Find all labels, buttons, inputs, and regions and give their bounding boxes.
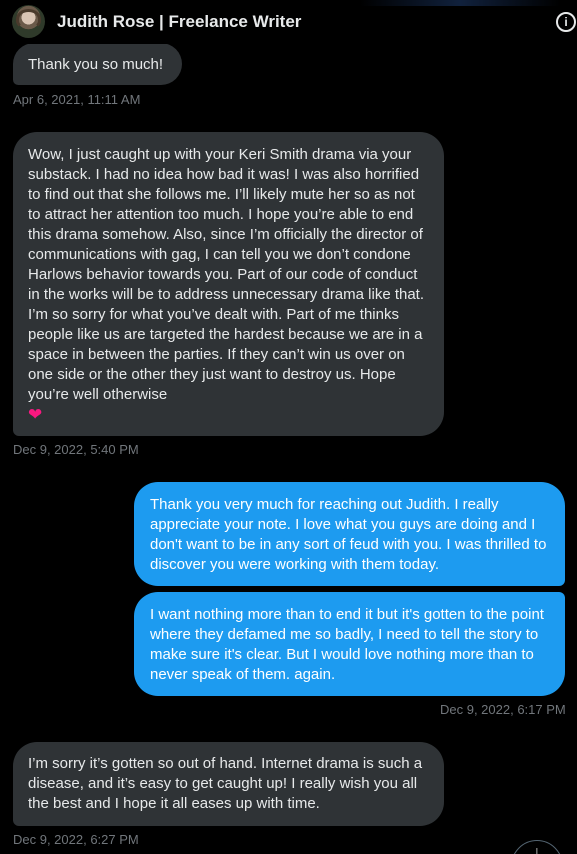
dm-conversation: Judith Rose | Freelance Writer i Thank y… [0,0,577,854]
message-text: I want nothing more than to end it but i… [150,606,544,683]
message-text: Thank you very much for reaching out Jud… [150,496,547,573]
message-text: I’m sorry it’s gotten so out of hand. In… [28,755,423,812]
avatar[interactable] [12,5,45,38]
avatar-hair [16,9,41,29]
message-text: Thank you so much! [28,56,164,73]
scroll-to-bottom-button[interactable]: ↓ [511,840,563,854]
message-timestamp: Dec 9, 2022, 6:17 PM [440,702,566,717]
message-timestamp: Dec 9, 2022, 5:40 PM [13,442,139,457]
message-bubble-incoming[interactable]: I’m sorry it’s gotten so out of hand. In… [13,742,444,826]
info-icon[interactable]: i [556,12,576,32]
message-bubble-outgoing[interactable]: Thank you very much for reaching out Jud… [134,482,565,586]
conversation-header: Judith Rose | Freelance Writer i [0,0,577,44]
message-bubble-incoming[interactable]: Thank you so much! [13,43,182,85]
message-timestamp: Dec 9, 2022, 6:27 PM [13,832,139,847]
header-glow [360,0,560,6]
conversation-title[interactable]: Judith Rose | Freelance Writer [57,12,301,32]
message-timestamp: Apr 6, 2021, 11:11 AM [13,92,141,107]
message-bubble-incoming[interactable]: Wow, I just caught up with your Keri Smi… [13,132,444,436]
heart-emoji-icon: ❤ [28,405,43,424]
message-bubble-outgoing[interactable]: I want nothing more than to end it but i… [134,592,565,696]
arrow-down-icon: ↓ [533,844,541,854]
message-text: Wow, I just caught up with your Keri Smi… [28,146,425,403]
